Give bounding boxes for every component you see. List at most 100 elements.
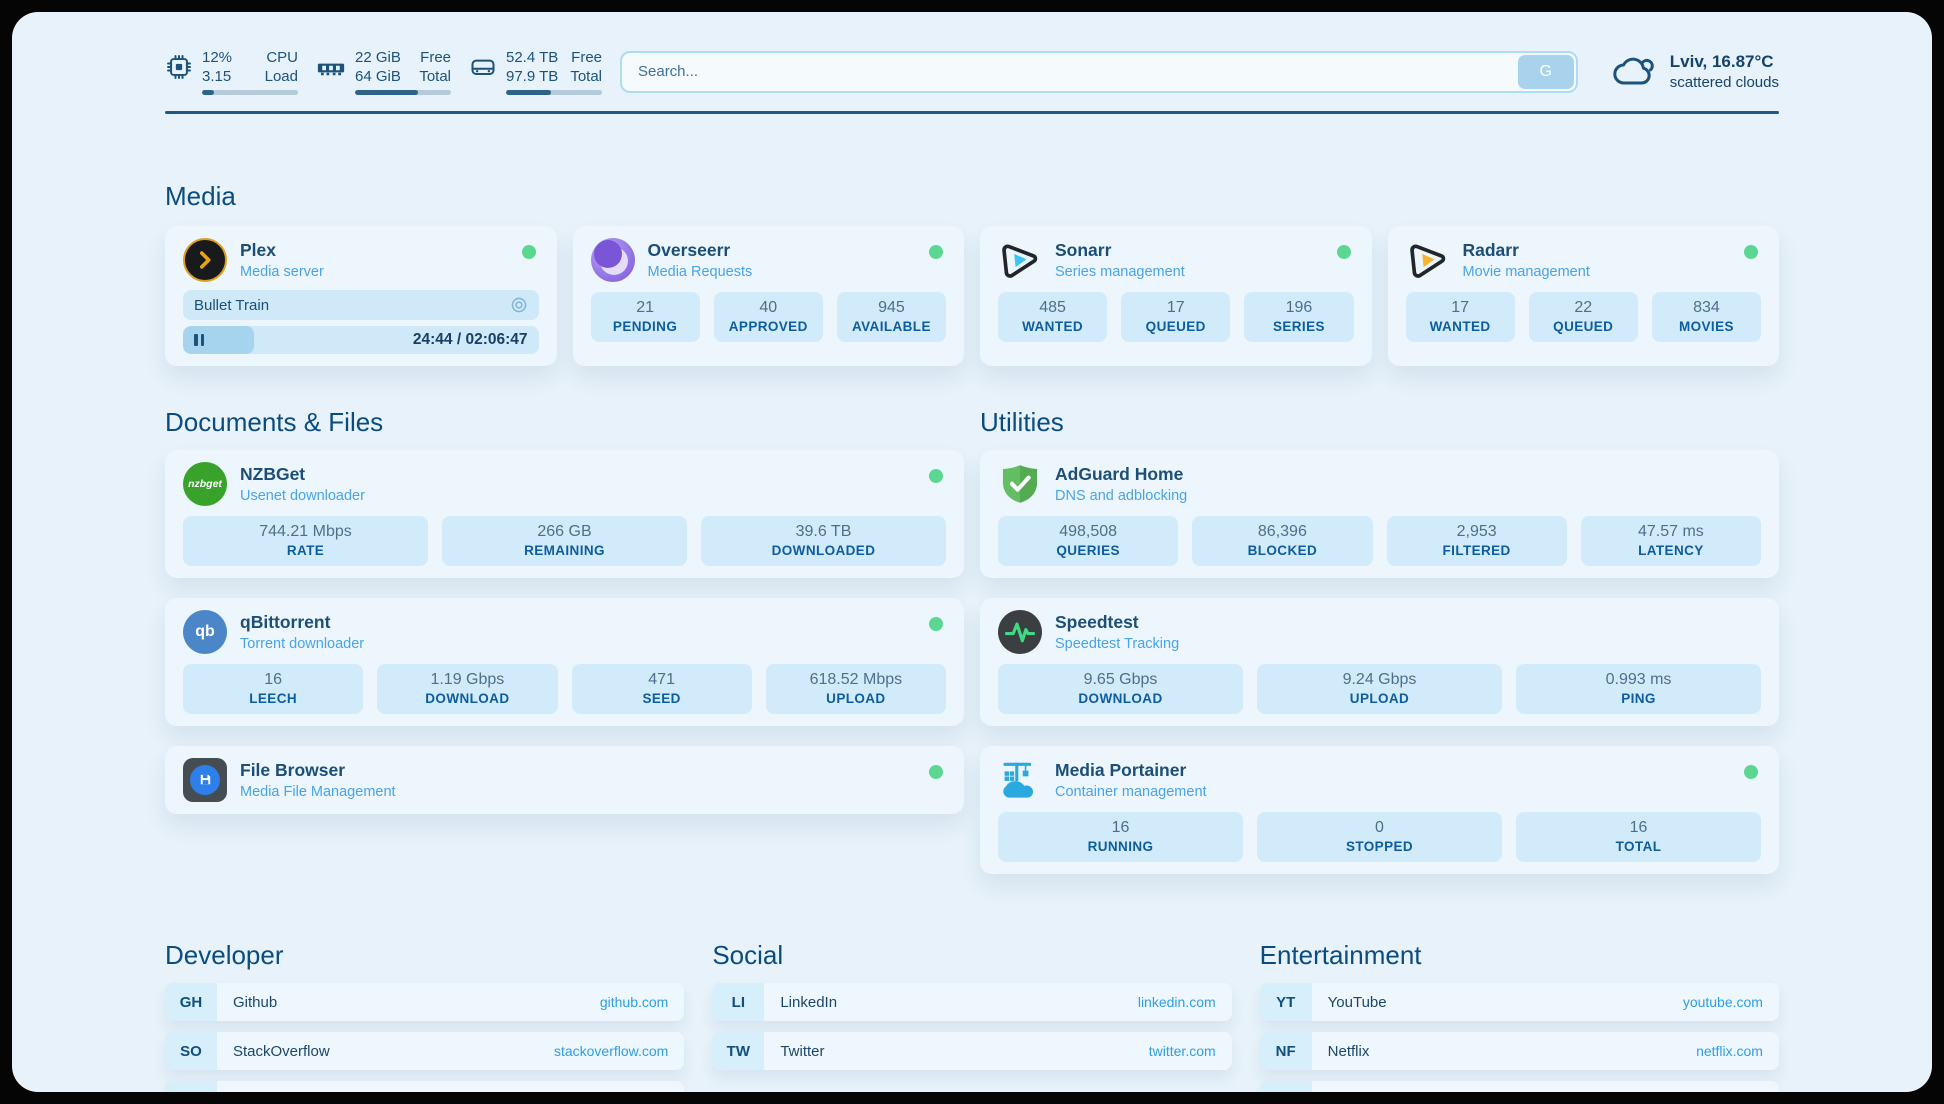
bookmark-twitter[interactable]: TW Twitter twitter.com (712, 1032, 1231, 1070)
filebrowser-logo (183, 758, 227, 802)
stat-label: UPLOAD (1261, 690, 1498, 708)
stat-tile: 618.52 Mbps UPLOAD (766, 664, 946, 714)
bookmark-github[interactable]: GH Github github.com (165, 983, 684, 1021)
stat-label: APPROVED (718, 318, 819, 336)
session-icon[interactable] (510, 296, 528, 314)
stat-value: 9.65 Gbps (1002, 669, 1239, 690)
stat-label: WANTED (1410, 318, 1511, 336)
plex-logo (183, 238, 227, 282)
stat-tile: 40 APPROVED (714, 292, 823, 342)
bookmark-tag: NF (1260, 1032, 1312, 1070)
search-provider-button[interactable]: G (1518, 55, 1574, 89)
stat-tile: 196 SERIES (1244, 292, 1353, 342)
stat-value: 22 (1533, 297, 1634, 318)
sonarr-logo (998, 238, 1042, 282)
radarr-card[interactable]: Radarr Movie management 17 WANTED 22 QUE… (1388, 226, 1780, 366)
bookmark-url: netflix.com (1696, 1043, 1763, 1059)
filebrowser-card[interactable]: File Browser Media File Management (165, 746, 964, 814)
stat-value: 1.19 Gbps (381, 669, 553, 690)
bookmark-name: LinkedIn (780, 994, 837, 1011)
progress-fill (355, 90, 418, 95)
stat-value: 17 (1125, 297, 1226, 318)
card-title: Plex (240, 240, 324, 261)
qbittorrent-logo: qb (183, 610, 227, 654)
card-subtitle: Media File Management (240, 784, 396, 800)
section-title-media: Media (165, 180, 1779, 212)
stat-tile: 16 LEECH (183, 664, 363, 714)
stat-label: BLOCKED (1196, 542, 1368, 560)
cpu-progress-bar (202, 90, 298, 95)
portainer-logo (998, 758, 1042, 802)
speedtest-card[interactable]: Speedtest Speedtest Tracking 9.65 Gbps D… (980, 598, 1779, 726)
section-title-documents: Documents & Files (165, 406, 964, 438)
floppy-icon (198, 772, 213, 787)
stat-value: 16 (187, 669, 359, 690)
card-subtitle: Speedtest Tracking (1055, 636, 1179, 652)
pause-icon[interactable] (194, 334, 204, 346)
bookmark-reddit[interactable]: RE Reddit reddit.com (1260, 1081, 1779, 1092)
bookmark-netflix[interactable]: NF Netflix netflix.com (1260, 1032, 1779, 1070)
bookmark-stackoverflow[interactable]: SO StackOverflow stackoverflow.com (165, 1032, 684, 1070)
now-playing-row: Bullet Train (183, 290, 539, 320)
sonarr-card[interactable]: Sonarr Series management 485 WANTED 17 Q… (980, 226, 1372, 366)
card-subtitle: Series management (1055, 264, 1185, 280)
adguard-card[interactable]: AdGuard Home DNS and adblocking 498,508 … (980, 450, 1779, 578)
header-bar: 12% 3.15 CPU Load (165, 48, 1779, 95)
stat-value: 39.6 TB (705, 521, 942, 542)
stat-label: WANTED (1002, 318, 1103, 336)
status-dot (1744, 245, 1758, 259)
stat-label: QUERIES (1002, 542, 1174, 560)
bookmarks-entertainment: Entertainment YT YouTube youtube.com NF … (1260, 918, 1779, 1092)
stat-tile: 0.993 ms PING (1516, 664, 1761, 714)
card-subtitle: Movie management (1463, 264, 1590, 280)
stat-label: FILTERED (1391, 542, 1563, 560)
hw-value: 52.4 TB (506, 48, 558, 67)
progress-fill (506, 90, 551, 95)
bookmark-dev[interactable]: DT DEV dev.to (165, 1081, 684, 1092)
bookmark-youtube[interactable]: YT YouTube youtube.com (1260, 983, 1779, 1021)
bookmark-linkedin[interactable]: LI LinkedIn linkedin.com (712, 983, 1231, 1021)
header-divider (165, 111, 1779, 114)
stat-value: 16 (1002, 817, 1239, 838)
stat-label: PENDING (595, 318, 696, 336)
playback-time: 24:44 / 02:06:47 (413, 331, 528, 349)
stat-tile: 16 TOTAL (1516, 812, 1761, 862)
portainer-card[interactable]: Media Portainer Container management 16 … (980, 746, 1779, 874)
stat-value: 9.24 Gbps (1261, 669, 1498, 690)
stat-label: DOWNLOAD (1002, 690, 1239, 708)
card-title: File Browser (240, 760, 396, 781)
stat-value: 744.21 Mbps (187, 521, 424, 542)
overseerr-card[interactable]: Overseerr Media Requests 21 PENDING 40 A… (573, 226, 965, 366)
qbittorrent-card[interactable]: qb qBittorrent Torrent downloader 16 LEE… (165, 598, 964, 726)
weather-condition: scattered clouds (1670, 73, 1779, 92)
section-title-developer: Developer (165, 939, 684, 971)
nzbget-card[interactable]: nzbget NZBGet Usenet downloader 744.21 M… (165, 450, 964, 578)
search-bar: G (620, 51, 1578, 93)
stat-tile: 86,396 BLOCKED (1192, 516, 1372, 566)
stat-value: 21 (595, 297, 696, 318)
status-dot (1337, 245, 1351, 259)
bookmarks-developer: Developer GH Github github.com SO StackO… (165, 918, 684, 1092)
bookmark-name: Github (233, 994, 277, 1011)
weather-cloud-icon (1612, 55, 1658, 89)
documents-column: Documents & Files nzbget NZBGet Usenet d… (165, 384, 964, 874)
bookmark-tag: TW (712, 1032, 764, 1070)
bookmark-tag: GH (165, 983, 217, 1021)
stat-label: MOVIES (1656, 318, 1757, 336)
card-title: AdGuard Home (1055, 464, 1187, 485)
hw-label: Load (265, 67, 298, 86)
section-title-utilities: Utilities (980, 406, 1779, 438)
card-subtitle: DNS and adblocking (1055, 488, 1187, 504)
bookmark-tag: RE (1260, 1081, 1312, 1092)
card-title: Media Portainer (1055, 760, 1207, 781)
plex-card[interactable]: Plex Media server Bullet Train 24:44 / 0… (165, 226, 557, 366)
hw-label: Free (419, 48, 451, 67)
stat-value: 196 (1248, 297, 1349, 318)
hw-value: 22 GiB (355, 48, 401, 67)
stat-tile: 9.24 Gbps UPLOAD (1257, 664, 1502, 714)
stat-tile: 266 GB REMAINING (442, 516, 687, 566)
stat-value: 471 (576, 669, 748, 690)
search-input[interactable] (620, 51, 1578, 93)
card-subtitle: Usenet downloader (240, 488, 365, 504)
disk-stat: 52.4 TB 97.9 TB Free Total (469, 48, 602, 95)
